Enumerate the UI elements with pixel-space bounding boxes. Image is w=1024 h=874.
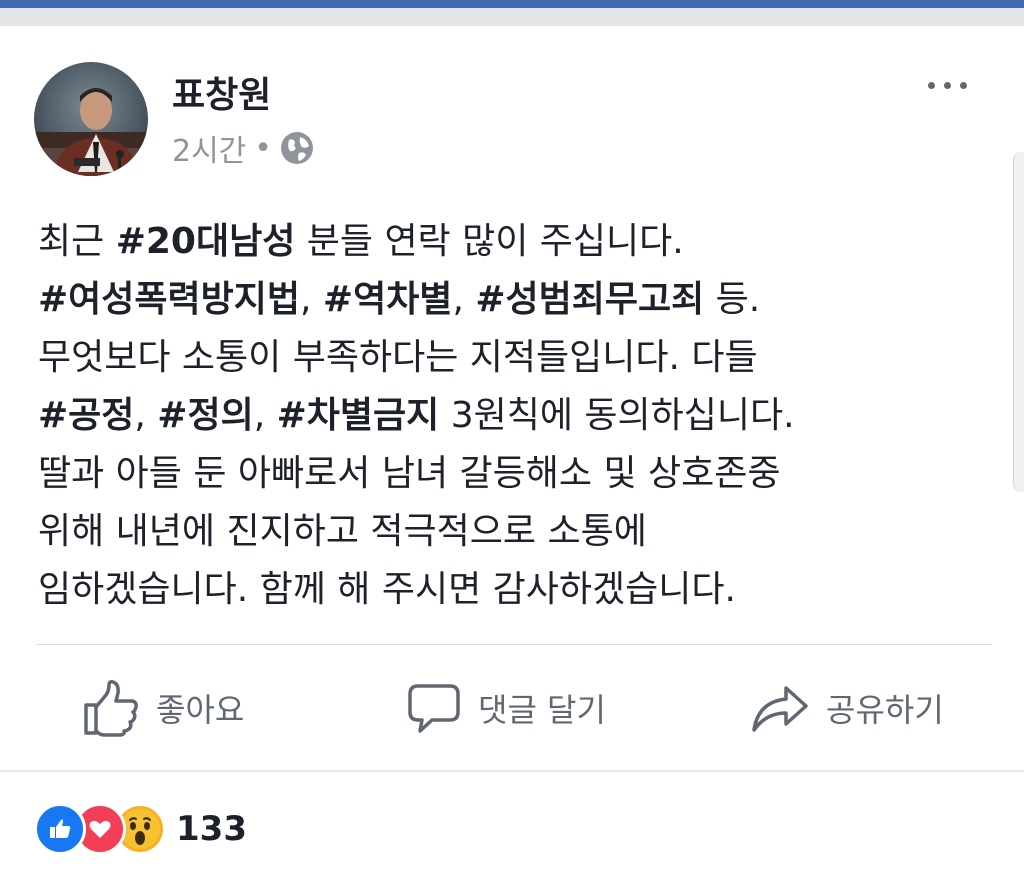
more-dots-icon[interactable] (922, 70, 974, 100)
thumbs-up-icon (84, 680, 138, 737)
post-text-segment: 3원칙에 동의하십니다. (439, 395, 795, 436)
reaction-count: 133 (176, 809, 247, 849)
post-text-segment: 등. (704, 279, 761, 320)
post-text-segment: , (300, 279, 323, 320)
post-text-segment: 무엇보다 소통이 부족하다는 지적들입니다. 다들 (38, 337, 758, 378)
post-text-segment: , (134, 395, 158, 436)
post-time[interactable]: 2시간 (172, 126, 246, 170)
hashtag-link[interactable]: #역차별 (323, 279, 453, 320)
meta-separator: • (254, 130, 272, 166)
comment-label: 댓글 달기 (478, 691, 606, 729)
post-line: #여성폭력방지법, #역차별, #성범죄무고죄 등. (38, 271, 988, 329)
hashtag-link[interactable]: #성범죄무고죄 (475, 279, 704, 320)
comment-button[interactable]: 댓글 달기 (406, 676, 606, 740)
author-name[interactable]: 표창원 (172, 66, 271, 118)
hashtag-link[interactable]: #공정 (38, 395, 134, 436)
post-text: 최근 #20대남성 분들 연락 많이 주십니다. #여성폭력방지법, #역차별, … (38, 213, 988, 619)
post-line: 무엇보다 소통이 부족하다는 지적들입니다. 다들 (38, 329, 988, 387)
post-line: 임하겠습니다. 함께 해 주시면 감사하겠습니다. (38, 561, 988, 619)
avatar[interactable] (34, 62, 148, 176)
post-line: #공정, #정의, #차별금지 3원칙에 동의하십니다. (38, 387, 988, 445)
post-text-segment: 임하겠습니다. 함께 해 주시면 감사하겠습니다. (38, 569, 736, 610)
post-text-segment: 분들 연락 많이 주십니다. (295, 221, 684, 262)
like-label: 좋아요 (156, 691, 245, 729)
post-line: 딸과 아들 둔 아빠로서 남녀 갈등해소 및 상호존중 (38, 445, 988, 503)
post-line: 위해 내년에 진지하고 적극적으로 소통에 (38, 503, 988, 561)
post-text-segment: 최근 (38, 221, 116, 262)
hashtag-link[interactable]: #여성폭력방지법 (38, 279, 300, 320)
globe-icon (280, 131, 314, 165)
share-button[interactable]: 공유하기 (750, 676, 944, 740)
post-meta: 2시간 • (172, 126, 314, 170)
hashtag-link[interactable]: #정의 (157, 395, 253, 436)
action-bar: 좋아요 댓글 달기 공유하기 (0, 670, 1024, 750)
like-reaction-icon (34, 803, 86, 855)
comment-bubble-icon (408, 684, 460, 733)
divider (36, 644, 992, 645)
share-arrow-icon (752, 686, 808, 732)
app-top-bar (0, 0, 1024, 8)
post-line: 최근 #20대남성 분들 연락 많이 주십니다. (38, 213, 988, 271)
post-text-segment: , (452, 279, 476, 320)
like-button[interactable]: 좋아요 (82, 676, 244, 740)
share-label: 공유하기 (826, 691, 944, 729)
hashtag-link[interactable]: #차별금지 (277, 395, 440, 436)
scrollbar[interactable] (1013, 152, 1024, 492)
post-text-segment: 위해 내년에 진지하고 적극적으로 소통에 (38, 511, 647, 552)
reaction-summary[interactable]: 133 (34, 803, 247, 855)
post-text-segment: , (253, 395, 277, 436)
divider (0, 770, 1024, 772)
post-text-segment: 딸과 아들 둔 아빠로서 남녀 갈등해소 및 상호존중 (38, 453, 781, 494)
feed-gap (0, 8, 1024, 26)
hashtag-link[interactable]: #20대남성 (116, 221, 296, 262)
